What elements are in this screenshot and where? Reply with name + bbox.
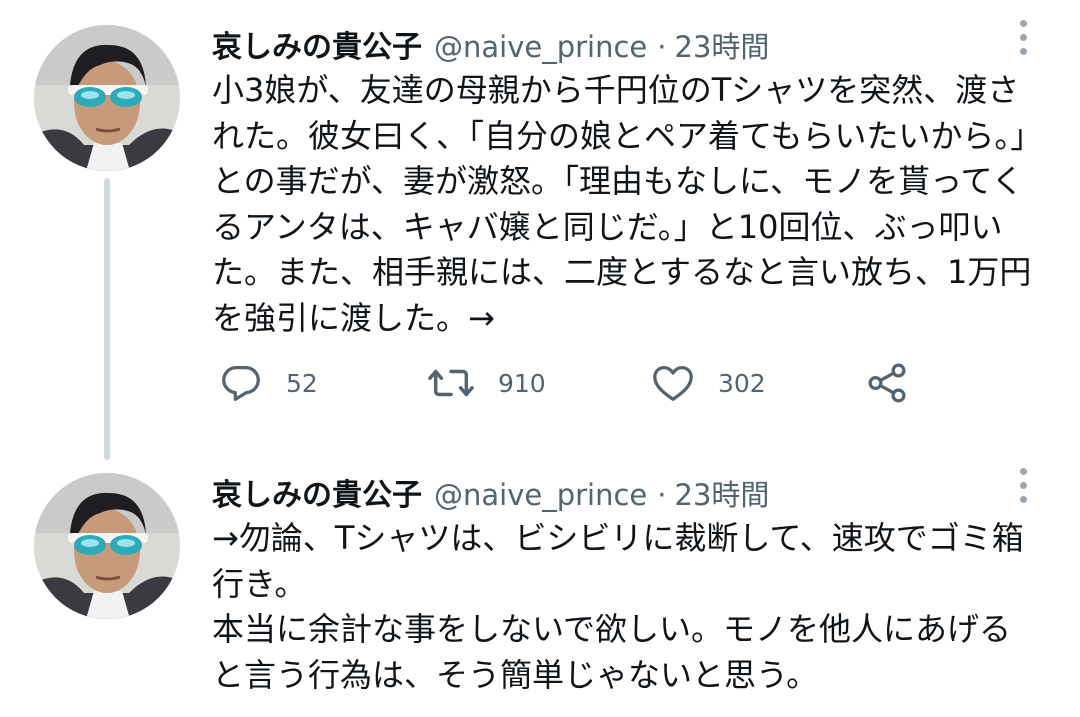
- author-handle[interactable]: @naive_prince: [434, 478, 647, 512]
- avatar[interactable]: [34, 25, 180, 171]
- reply-count: 52: [286, 368, 318, 398]
- tweet[interactable]: 哀しみの貴公子 @naive_prince · 23時間 →勿論、Tシャツは、ビ…: [0, 448, 1080, 717]
- avatar[interactable]: [34, 473, 180, 619]
- author-name[interactable]: 哀しみの貴公子: [212, 22, 422, 66]
- share-button[interactable]: [864, 356, 910, 410]
- tweet-text: →勿論、Tシャツは、ビシビリに裁断して、速攻でゴミ箱行き。 本当に余計な事をしな…: [212, 519, 1024, 694]
- reply-button[interactable]: 52: [218, 356, 318, 410]
- retweet-button[interactable]: 910: [426, 356, 546, 410]
- retweet-icon: [428, 369, 474, 397]
- tweet-header: 哀しみの貴公子 @naive_prince · 23時間: [212, 22, 769, 65]
- more-icon[interactable]: [1014, 466, 1034, 506]
- timestamp[interactable]: 23時間: [675, 24, 770, 66]
- retweet-count: 910: [498, 368, 546, 398]
- avatar-image: [34, 473, 180, 619]
- timestamp[interactable]: 23時間: [675, 472, 770, 514]
- reply-icon: [222, 366, 260, 401]
- tweet[interactable]: 哀しみの貴公子 @naive_prince · 23時間 小3娘が、友達の母親か…: [0, 0, 1080, 460]
- author-name[interactable]: 哀しみの貴公子: [212, 470, 422, 514]
- avatar-image: [34, 25, 180, 171]
- like-button[interactable]: 302: [650, 356, 766, 410]
- tweet-header: 哀しみの貴公子 @naive_prince · 23時間: [212, 470, 769, 513]
- separator-dot: ·: [657, 478, 667, 512]
- tweet-actions: 52 910 302: [212, 356, 932, 410]
- like-icon: [653, 366, 693, 401]
- more-icon[interactable]: [1014, 18, 1034, 58]
- separator-dot: ·: [657, 30, 667, 64]
- tweet-text: 小3娘が、友達の母親から千円位のTシャツを突然、渡された。彼女曰く、「自分の娘と…: [212, 71, 1032, 337]
- author-handle[interactable]: @naive_prince: [434, 30, 647, 64]
- like-count: 302: [718, 368, 766, 398]
- share-icon: [868, 363, 906, 403]
- thread-line: [104, 178, 110, 460]
